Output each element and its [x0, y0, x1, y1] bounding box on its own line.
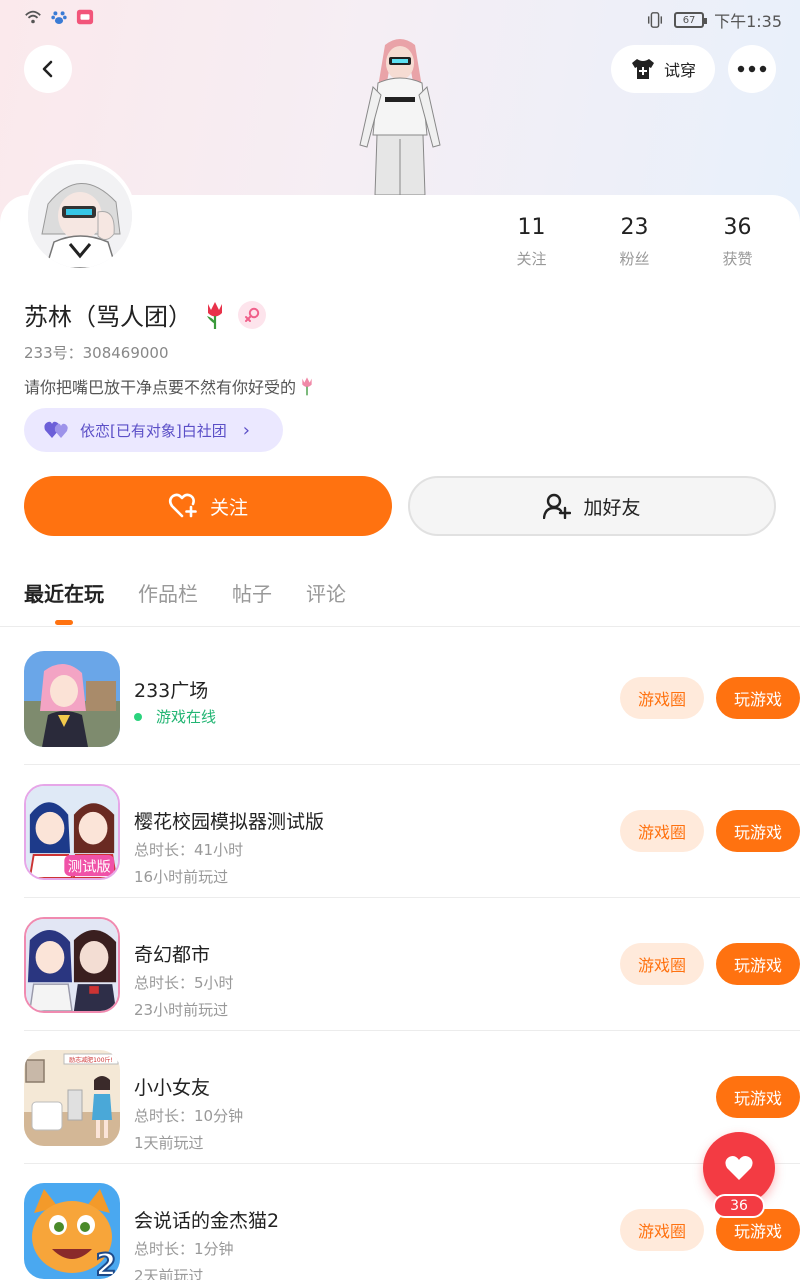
username: 苏林（骂人团）: [24, 303, 192, 331]
status-time: 下午1:35: [714, 12, 782, 31]
bio-text: 请你把嘴巴放干净点要不然有你好受的: [24, 378, 297, 397]
user-plus-icon: [543, 493, 572, 519]
double-heart-icon: [44, 421, 68, 438]
tab-comments[interactable]: 评论: [306, 578, 346, 621]
stat-likes[interactable]: 36 获赞: [686, 215, 789, 269]
play-game-button[interactable]: 玩游戏: [716, 810, 800, 852]
heart-plus-icon: [168, 493, 197, 518]
avatar-image: [28, 164, 132, 268]
online-dot-icon: [134, 712, 142, 721]
like-count-badge: 36: [713, 1194, 765, 1218]
profile-stats: 11 关注 23 粉丝 36 获赞: [480, 215, 790, 269]
game-total-playtime: 总时长：41小时: [134, 841, 244, 859]
icon-badge-text: 励志减肥100斤!: [69, 1056, 113, 1064]
status-bar: 67 下午1:35: [0, 0, 800, 36]
game-online-status: 游戏在线: [134, 706, 216, 727]
stat-label: 粉丝: [619, 250, 650, 268]
follow-label: 关注: [209, 496, 248, 519]
vibrate-icon: [648, 12, 663, 28]
play-game-button[interactable]: 玩游戏: [716, 943, 800, 985]
stat-following[interactable]: 11 关注: [480, 215, 583, 269]
game-name: 小小女友: [134, 1077, 211, 1099]
tab-recent-games[interactable]: 最近在玩: [24, 578, 104, 621]
heart-icon: [725, 1156, 753, 1180]
game-icon-233-plaza: [24, 651, 120, 747]
game-name: 奇幻都市: [134, 944, 211, 966]
game-icon-sakura-school: 测试版: [24, 784, 120, 880]
add-friend-button[interactable]: 加好友: [408, 476, 776, 536]
bio-row: 请你把嘴巴放干净点要不然有你好受的: [24, 374, 316, 398]
game-row[interactable]: 2 会说话的金杰猫2 总时长：1分钟 2天前玩过 游戏圈 玩游戏: [24, 1164, 800, 1280]
game-circle-button[interactable]: 游戏圈: [620, 810, 704, 852]
stat-label: 关注: [516, 250, 547, 268]
game-icon-little-girlfriend: 励志减肥100斤!: [24, 1050, 120, 1146]
game-total-playtime: 总时长：5小时: [134, 974, 234, 992]
game-name: 233广场: [134, 680, 209, 702]
game-row[interactable]: 奇幻都市 总时长：5小时 23小时前玩过 游戏圈 玩游戏: [24, 898, 800, 1031]
stat-value: 36: [723, 215, 752, 240]
more-dots-icon: [737, 65, 767, 73]
tulip-icon: [302, 377, 312, 396]
game-row[interactable]: 励志减肥100斤! 小小女友 总时长：10分钟 1天前玩过 玩游戏: [24, 1031, 800, 1164]
game-name: 会说话的金杰猫2: [134, 1210, 280, 1232]
recent-games-list: 233广场 游戏在线 游戏圈 玩游戏 测试版 樱花校园模拟器测试版 总时长：41…: [0, 632, 800, 1280]
try-on-button[interactable]: 试穿: [611, 45, 715, 93]
game-total-playtime: 总时长：10分钟: [134, 1107, 244, 1125]
online-status-text: 游戏在线: [156, 708, 217, 726]
icon-badge-text: 2: [96, 1248, 117, 1279]
stat-label: 获赞: [722, 250, 753, 268]
shirt-plus-icon: [631, 59, 654, 79]
game-last-played: 16小时前玩过: [134, 868, 229, 886]
paw-icon: [51, 11, 67, 25]
club-tag-button[interactable]: 依恋[已有对象]白社团 ›: [24, 408, 283, 452]
game-circle-button[interactable]: 游戏圈: [620, 943, 704, 985]
club-tag-label: 依恋[已有对象]白社团: [80, 421, 227, 440]
account-id: 233号：308469000: [24, 344, 169, 362]
app-notification-icon: [76, 9, 94, 25]
game-name: 樱花校园模拟器测试版: [134, 811, 325, 833]
stat-value: 23: [620, 215, 649, 240]
stat-fans[interactable]: 23 粉丝: [583, 215, 686, 269]
game-last-played: 23小时前玩过: [134, 1001, 229, 1019]
follow-button[interactable]: 关注: [24, 476, 392, 536]
chevron-left-icon: [42, 60, 53, 78]
avatar[interactable]: [24, 160, 136, 272]
game-circle-button[interactable]: 游戏圈: [620, 677, 704, 719]
game-icon-fantasy-city: [24, 917, 120, 1013]
avatar-figure-image: [359, 39, 441, 195]
username-row: 苏林（骂人团）: [24, 297, 266, 332]
game-last-played: 1天前玩过: [134, 1134, 204, 1152]
game-last-played: 2天前玩过: [134, 1267, 204, 1280]
battery-icon: 67: [674, 12, 708, 28]
tulip-icon: [207, 301, 222, 329]
tab-works[interactable]: 作品栏: [138, 578, 198, 621]
icon-badge-text: 测试版: [68, 858, 111, 875]
tab-posts[interactable]: 帖子: [232, 578, 272, 621]
stat-value: 11: [517, 215, 546, 240]
game-circle-button[interactable]: 游戏圈: [620, 1209, 704, 1251]
more-options-button[interactable]: [728, 45, 776, 93]
chevron-right-icon: ›: [242, 419, 250, 441]
game-icon-talking-ginger-2: 2: [24, 1183, 120, 1279]
game-row[interactable]: 测试版 樱花校园模拟器测试版 总时长：41小时 16小时前玩过 游戏圈 玩游戏: [24, 765, 800, 898]
try-on-label: 试穿: [663, 61, 696, 80]
play-game-button[interactable]: 玩游戏: [716, 677, 800, 719]
back-button[interactable]: [24, 45, 72, 93]
wifi-icon: [25, 10, 41, 24]
game-total-playtime: 总时长：1分钟: [134, 1240, 234, 1258]
game-row[interactable]: 233广场 游戏在线 游戏圈 玩游戏: [24, 632, 800, 765]
play-game-button[interactable]: 玩游戏: [716, 1076, 800, 1118]
profile-tabs: 最近在玩 作品栏 帖子 评论: [24, 578, 346, 621]
add-friend-label: 加好友: [583, 496, 641, 519]
gender-female-icon: [238, 300, 266, 329]
divider: [0, 626, 800, 627]
